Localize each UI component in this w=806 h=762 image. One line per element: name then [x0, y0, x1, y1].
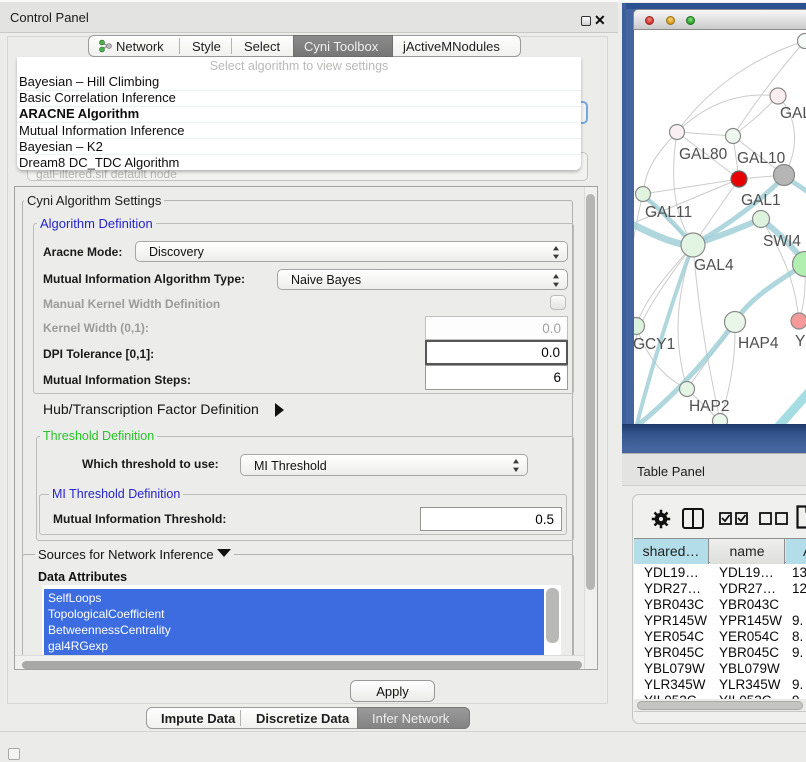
svg-text:GAL11: GAL11 — [645, 204, 692, 221]
svg-text:Y: Y — [795, 333, 805, 350]
svg-text:GCY1: GCY1 — [634, 336, 675, 353]
svg-text:HAP4: HAP4 — [738, 335, 779, 352]
svg-text:GAL7: GAL7 — [780, 105, 806, 122]
svg-text:GAL4: GAL4 — [694, 257, 734, 274]
svg-text:SWI4: SWI4 — [763, 233, 801, 250]
svg-text:GAL1: GAL1 — [741, 192, 781, 209]
svg-text:HAP2: HAP2 — [689, 398, 730, 415]
svg-text:GAL10: GAL10 — [737, 150, 786, 167]
svg-text:GAL80: GAL80 — [679, 146, 728, 163]
